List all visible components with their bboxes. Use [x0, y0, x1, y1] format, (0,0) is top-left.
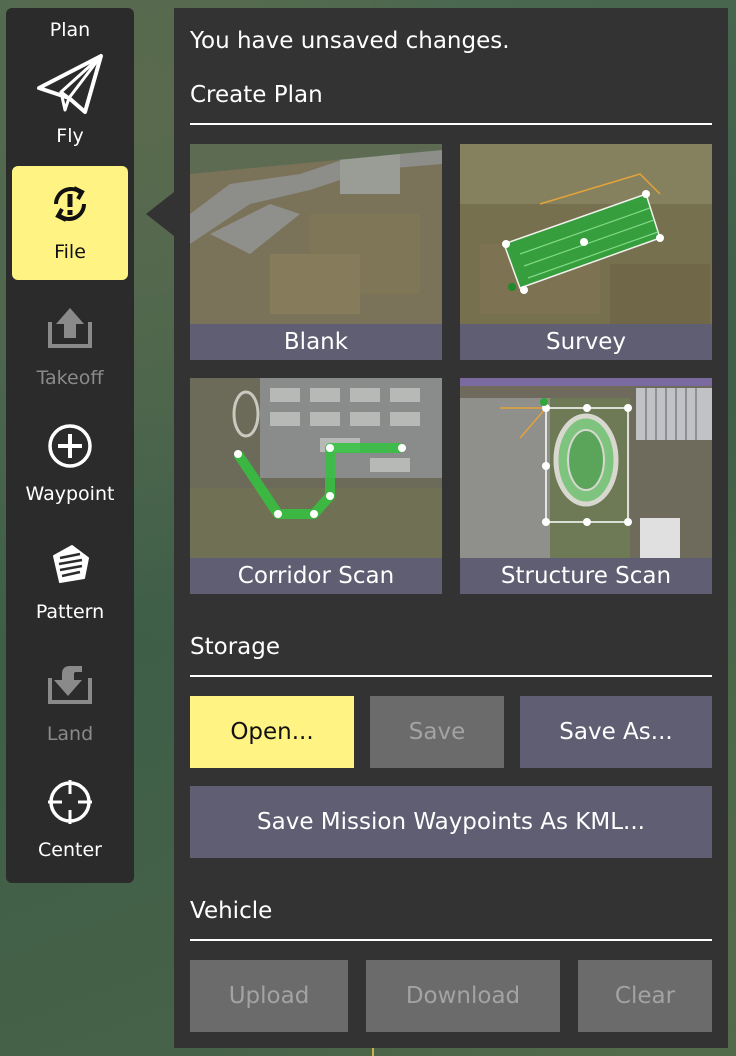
toolbar-item-label: Takeoff [36, 367, 104, 389]
section-divider [190, 675, 712, 677]
toolbar-item-label: Fly [56, 125, 84, 147]
open-button[interactable]: Open... [190, 696, 354, 768]
crosshair-icon [12, 778, 128, 832]
unsaved-changes-message: You have unsaved changes. [190, 28, 510, 54]
plan-label: Plan [49, 19, 91, 41]
tile-label: Structure Scan [460, 558, 712, 594]
toolbar-item-fly[interactable]: Fly [12, 52, 128, 152]
save-kml-button[interactable]: Save Mission Waypoints As KML... [190, 786, 712, 858]
survey-plan-thumbnail [460, 144, 712, 324]
paper-plane-icon [12, 52, 128, 124]
toolbar-item-center[interactable]: Center [12, 778, 128, 868]
corridor-scan-thumbnail [190, 378, 442, 558]
plan-toolbar: Plan Fly File Takeoff Waypoint Pattern L… [6, 8, 134, 883]
file-panel: You have unsaved changes. Create Plan Bl… [174, 8, 728, 1048]
vehicle-title: Vehicle [190, 898, 273, 924]
download-button[interactable]: Download [366, 960, 560, 1032]
section-divider [190, 123, 712, 125]
toolbar-item-waypoint[interactable]: Waypoint [12, 422, 128, 512]
save-button[interactable]: Save [370, 696, 504, 768]
land-icon [12, 660, 128, 712]
toolbar-item-pattern[interactable]: Pattern [12, 542, 128, 632]
toolbar-item-land[interactable]: Land [12, 660, 128, 750]
save-as-button[interactable]: Save As... [520, 696, 712, 768]
create-plan-survey-tile[interactable]: Survey [460, 144, 712, 360]
create-plan-corridor-scan-tile[interactable]: Corridor Scan [190, 378, 442, 594]
section-divider [190, 939, 712, 941]
structure-scan-thumbnail [460, 378, 712, 558]
tile-label: Blank [190, 324, 442, 360]
toolbar-item-label: Waypoint [25, 483, 115, 505]
toolbar-plan-label: Plan [12, 18, 128, 42]
clear-button[interactable]: Clear [578, 960, 712, 1032]
plus-circle-icon [12, 422, 128, 476]
toolbar-item-label: File [54, 241, 86, 263]
pattern-icon [12, 542, 128, 592]
create-plan-structure-scan-tile[interactable]: Structure Scan [460, 378, 712, 594]
toolbar-item-label: Pattern [35, 601, 105, 623]
create-plan-blank-tile[interactable]: Blank [190, 144, 442, 360]
tile-label: Survey [460, 324, 712, 360]
toolbar-item-label: Land [46, 723, 94, 745]
blank-plan-thumbnail [190, 144, 442, 324]
create-plan-title: Create Plan [190, 82, 323, 108]
tile-label: Corridor Scan [190, 558, 442, 594]
takeoff-icon [12, 304, 128, 356]
upload-button[interactable]: Upload [190, 960, 348, 1032]
toolbar-item-takeoff[interactable]: Takeoff [12, 304, 128, 394]
sync-file-icon [12, 166, 128, 230]
popup-pointer [146, 192, 174, 236]
storage-title: Storage [190, 634, 280, 660]
toolbar-item-label: Center [38, 839, 102, 861]
toolbar-item-file[interactable]: File [12, 166, 128, 280]
